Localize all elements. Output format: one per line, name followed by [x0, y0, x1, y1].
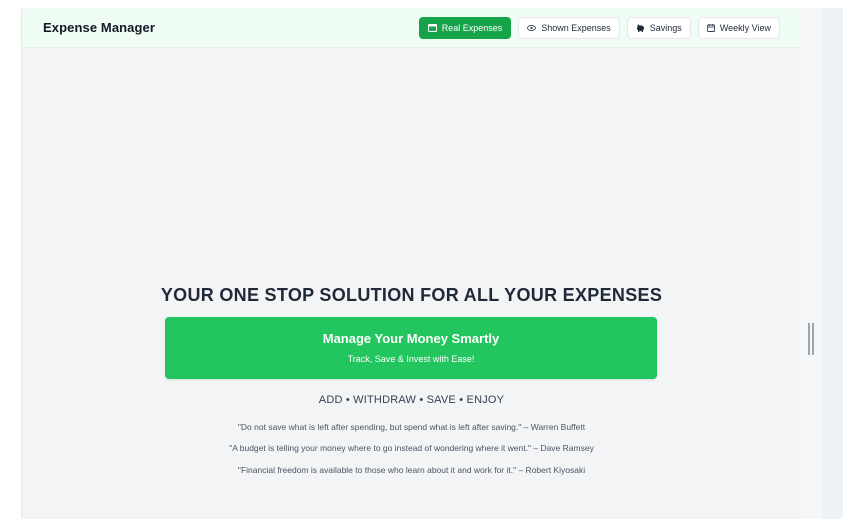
eye-icon [527, 25, 537, 31]
manage-money-banner[interactable]: Manage Your Money Smartly Track, Save & … [165, 317, 657, 379]
shown-expenses-button[interactable]: Shown Expenses [518, 17, 620, 39]
nav-buttons: Real Expenses Shown Expenses Savings Wee… [418, 17, 780, 39]
quote-kiyosaki: "Financial freedom is available to those… [237, 465, 586, 475]
hero-title: YOUR ONE STOP SOLUTION FOR ALL YOUR EXPE… [160, 285, 663, 305]
side-panel [800, 8, 823, 519]
weekly-view-label: Weekly View [719, 23, 771, 33]
resize-handle[interactable] [808, 323, 816, 355]
calendar-icon [706, 24, 715, 32]
cta-main-text: Manage Your Money Smartly [322, 331, 500, 346]
wallet-icon [427, 24, 437, 32]
quote-buffett: "Do not save what is left after spending… [237, 422, 586, 432]
savings-label: Savings [649, 23, 682, 33]
real-expenses-label: Real Expenses [441, 23, 503, 33]
shown-expenses-label: Shown Expenses [541, 23, 611, 33]
resize-handle-bar [808, 323, 810, 355]
piggy-bank-icon [636, 24, 645, 32]
real-expenses-button[interactable]: Real Expenses [418, 17, 512, 39]
app-window: Expense Manager Real Expenses Shown Expe… [21, 8, 801, 519]
cta-sub-text: Track, Save & Invest with Ease! [347, 354, 475, 364]
resize-handle-bar [812, 323, 814, 355]
quote-ramsey: "A budget is telling your money where to… [229, 443, 594, 453]
weekly-view-button[interactable]: Weekly View [697, 17, 780, 39]
savings-button[interactable]: Savings [626, 17, 691, 39]
tagline: ADD • WITHDRAW • SAVE • ENJOY [318, 394, 505, 406]
right-strip [823, 8, 843, 519]
top-navbar: Expense Manager Real Expenses Shown Expe… [22, 8, 801, 48]
app-title: Expense Manager [43, 20, 156, 35]
